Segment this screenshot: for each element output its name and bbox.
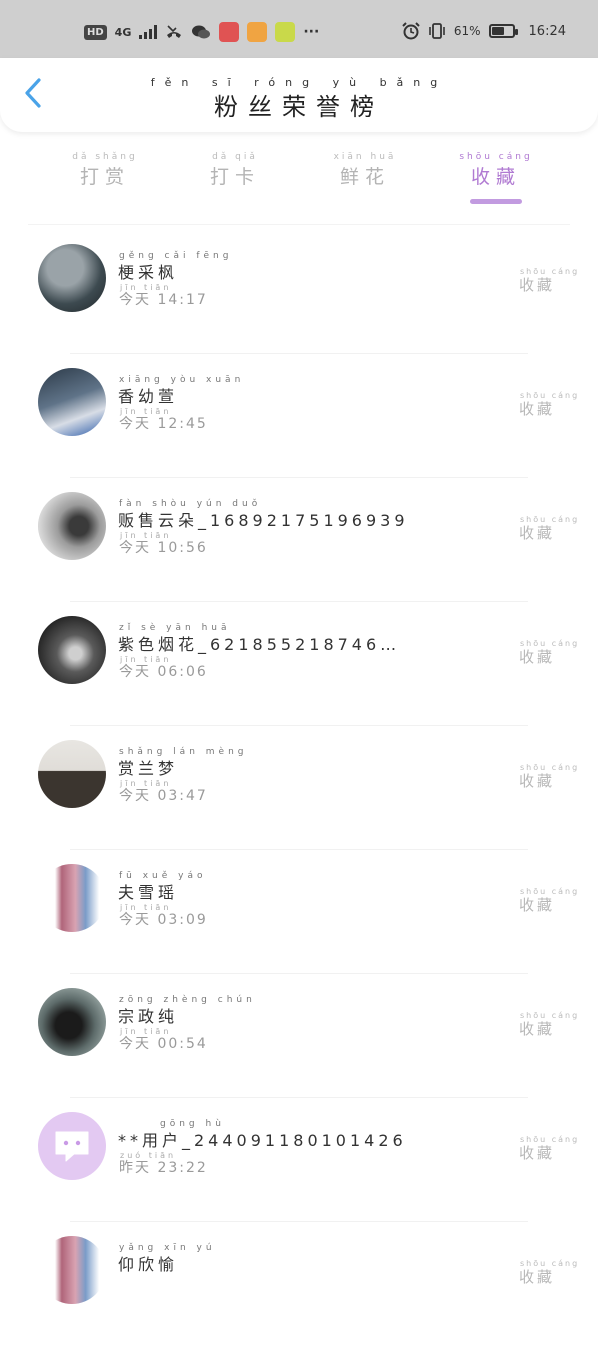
avatar[interactable] <box>38 1236 106 1304</box>
timestamp: 今天 10:56 <box>119 540 208 556</box>
page-title: 粉丝荣誉榜 <box>214 93 384 121</box>
timestamp: 今天 06:06 <box>119 664 208 680</box>
tab-label: 收藏 <box>470 166 521 188</box>
avatar[interactable] <box>38 988 106 1056</box>
list-item[interactable]: gěng cǎi fēng 梗采枫 jīn tiān 今天 14:17 shōu… <box>0 230 598 354</box>
tab-pinyin: shōu cáng <box>459 152 533 162</box>
tab-pinyin: dǎ shǎng <box>72 152 138 162</box>
user-name: 赏兰梦 <box>118 759 179 778</box>
user-name: 梗采枫 <box>118 263 179 282</box>
tab-label: 鲜花 <box>339 166 390 188</box>
status-bar: HD 4G ··· 61% 16:24 <box>0 0 598 58</box>
avatar[interactable] <box>38 864 106 932</box>
action-label: 收藏 <box>519 648 556 666</box>
default-avatar-icon <box>55 1131 89 1162</box>
list-item[interactable]: gōng hù **用户_244091180101426 zuó tiān 昨天… <box>0 1098 598 1222</box>
user-name: 夫雪瑶 <box>118 883 179 902</box>
missed-call-icon <box>167 25 182 38</box>
user-name: 贩售云朵_16892175196939 <box>118 511 409 530</box>
list-item[interactable]: fàn shòu yún duǒ 贩售云朵_16892175196939 jīn… <box>0 478 598 602</box>
battery-percent: 61% <box>453 24 481 38</box>
timestamp: 今天 00:54 <box>119 1036 208 1052</box>
user-name: 宗政纯 <box>118 1007 179 1026</box>
timestamp: 今天 14:17 <box>119 292 208 308</box>
tab-pinyin: xiān huā <box>333 152 397 162</box>
app-icon-book <box>219 22 240 42</box>
tab-reward[interactable]: dǎ shǎng 打赏 <box>60 152 150 189</box>
list-item[interactable]: shǎng lán mèng 赏兰梦 jīn tiān 今天 03:47 shō… <box>0 726 598 850</box>
tab-bar: dǎ shǎng 打赏 dǎ qiǎ 打卡 xiān huā 鲜花 shōu c… <box>28 152 570 222</box>
action-label: 收藏 <box>519 524 556 542</box>
page-header: fěn sī róng yù bǎng 粉丝荣誉榜 <box>0 58 598 132</box>
list-item[interactable]: xiāng yòu xuān 香幼萱 jīn tiān 今天 12:45 shō… <box>0 354 598 478</box>
list-item[interactable]: zǐ sè yān huā 紫色烟花_621855218746… jīn tiā… <box>0 602 598 726</box>
action-label: 收藏 <box>519 276 556 294</box>
tab-label: 打赏 <box>79 166 130 188</box>
list-item[interactable]: yǎng xīn yú 仰欣愉 shōu cáng 收藏 <box>0 1222 598 1346</box>
battery-icon <box>488 24 518 38</box>
battery-level <box>491 27 504 35</box>
timestamp: 今天 03:09 <box>119 912 208 928</box>
status-bar-right: 61% 16:24 <box>402 22 566 40</box>
user-name: 仰欣愉 <box>118 1255 179 1274</box>
active-tab-indicator <box>470 199 522 204</box>
vibrate-icon <box>429 23 445 39</box>
avatar[interactable] <box>38 1112 106 1180</box>
avatar[interactable] <box>38 740 106 808</box>
divider <box>28 224 570 225</box>
avatar[interactable] <box>38 244 106 312</box>
fan-list: gěng cǎi fēng 梗采枫 jīn tiān 今天 14:17 shōu… <box>0 230 598 1346</box>
user-name: 香幼萱 <box>118 387 179 406</box>
timestamp: 昨天 23:22 <box>119 1160 208 1176</box>
action-label: 收藏 <box>519 1268 556 1286</box>
list-item[interactable]: fū xuě yáo 夫雪瑶 jīn tiān 今天 03:09 shōu cá… <box>0 850 598 974</box>
clock: 16:24 <box>528 23 566 39</box>
user-name: **用户_244091180101426 <box>118 1131 407 1150</box>
hd-badge: HD <box>84 24 107 40</box>
tab-checkin[interactable]: dǎ qiǎ 打卡 <box>190 152 280 189</box>
status-bar-left: HD 4G ··· <box>84 22 319 42</box>
timestamp: 今天 12:45 <box>119 416 208 432</box>
tab-flowers[interactable]: xiān huā 鲜花 <box>320 152 410 189</box>
title-block: fěn sī róng yù bǎng 粉丝荣誉榜 <box>0 76 598 122</box>
alarm-icon <box>402 22 420 40</box>
tab-favorites[interactable]: shōu cáng 收藏 <box>451 152 541 189</box>
wechat-icon <box>192 25 211 39</box>
avatar[interactable] <box>38 492 106 560</box>
action-label: 收藏 <box>519 1020 556 1038</box>
more-notifications-icon: ··· <box>303 24 320 40</box>
network-type: 4G <box>114 25 132 39</box>
app-icon-face <box>275 22 296 42</box>
action-label: 收藏 <box>519 1144 556 1162</box>
action-label: 收藏 <box>519 772 556 790</box>
action-label: 收藏 <box>519 400 556 418</box>
list-item[interactable]: zōng zhèng chún 宗政纯 jīn tiān 今天 00:54 sh… <box>0 974 598 1098</box>
action-label: 收藏 <box>519 896 556 914</box>
signal-icon <box>139 25 158 39</box>
avatar[interactable] <box>38 368 106 436</box>
tab-pinyin: dǎ qiǎ <box>212 152 258 162</box>
timestamp: 今天 03:47 <box>119 788 208 804</box>
user-name: 紫色烟花_621855218746… <box>118 635 401 654</box>
app-icon-game <box>247 22 268 42</box>
tab-label: 打卡 <box>209 166 260 188</box>
avatar[interactable] <box>38 616 106 684</box>
